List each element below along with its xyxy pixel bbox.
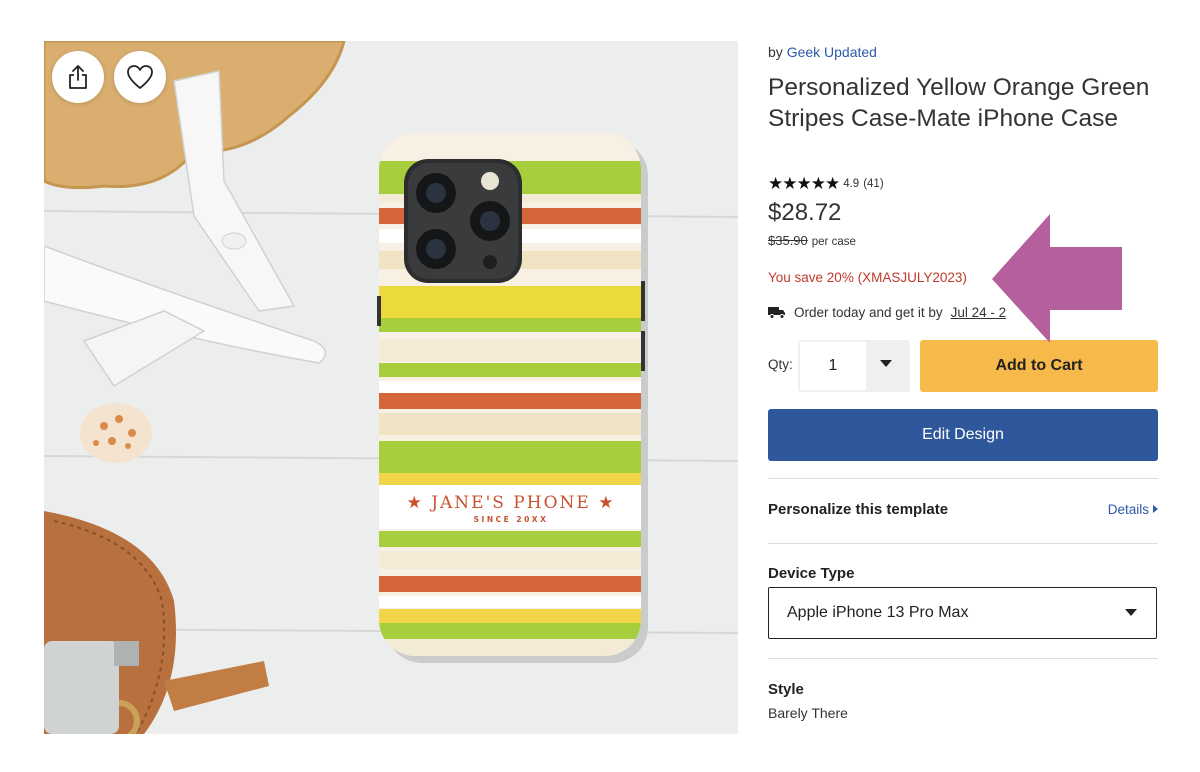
edit-design-button[interactable]: Edit Design	[768, 409, 1158, 461]
style-label: Style	[768, 681, 804, 698]
quantity-row: Qty: Add to Cart	[768, 340, 1158, 392]
rating-value: 4.9	[843, 178, 860, 190]
rating-summary[interactable]: ★★★★★ 4.9 (41)	[768, 174, 884, 194]
seller-byline: by Geek Updated	[768, 44, 877, 60]
quantity-select[interactable]	[798, 340, 910, 392]
original-price-value: $35.90	[768, 233, 808, 248]
details-label: Details	[1107, 502, 1149, 517]
seller-link[interactable]: Geek Updated	[787, 44, 877, 60]
delivery-prefix: Order today and get it by	[794, 305, 943, 320]
case-brand-text: ★ JANE'S PHONE ★	[406, 493, 616, 513]
product-image: ★ JANE'S PHONE ★ SINCE 20XX	[44, 41, 738, 734]
caret-right-icon	[1153, 505, 1158, 513]
original-price: $35.90 per case	[768, 233, 856, 248]
divider	[768, 478, 1158, 479]
heart-icon	[127, 65, 153, 89]
quantity-input[interactable]	[800, 342, 866, 390]
favorite-button[interactable]	[114, 51, 166, 103]
annotation-arrow-icon	[992, 214, 1122, 343]
by-prefix: by	[768, 44, 783, 60]
rating-stars-icon: ★★★★★	[768, 174, 840, 193]
style-value: Barely There	[768, 705, 848, 721]
case-subtext: SINCE 20XX	[473, 515, 549, 524]
review-count: (41)	[863, 178, 884, 190]
divider	[768, 658, 1158, 659]
truck-icon	[768, 307, 785, 319]
price-unit: per case	[811, 236, 856, 248]
product-price: $28.72	[768, 199, 842, 226]
share-icon	[69, 65, 87, 89]
product-title: Personalized Yellow Orange Green Stripes…	[768, 74, 1150, 132]
chevron-down-icon[interactable]	[880, 360, 892, 367]
add-to-cart-button[interactable]: Add to Cart	[920, 340, 1158, 392]
product-photo	[44, 41, 738, 734]
divider	[768, 543, 1158, 544]
delivery-estimate: Order today and get it by Jul 24 - 2	[768, 305, 1006, 320]
personalize-heading: Personalize this template	[768, 501, 949, 518]
chevron-down-icon	[1125, 609, 1137, 616]
device-type-label: Device Type	[768, 565, 855, 582]
details-link[interactable]: Details	[1108, 502, 1158, 517]
savings-text: You save 20% (XMASJULY2023)	[768, 270, 967, 285]
share-button[interactable]	[52, 51, 104, 103]
device-type-value: Apple iPhone 13 Pro Max	[787, 604, 969, 621]
qty-label: Qty:	[768, 357, 793, 372]
device-type-select[interactable]: Apple iPhone 13 Pro Max	[768, 587, 1157, 639]
